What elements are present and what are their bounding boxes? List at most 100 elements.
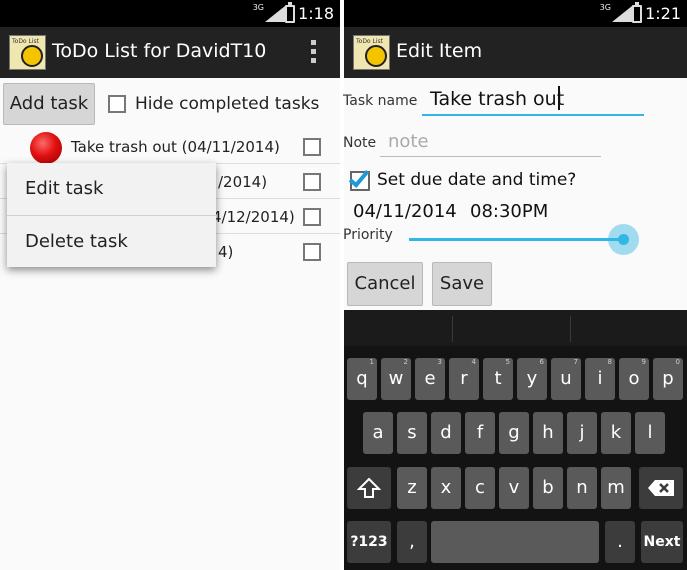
key-b[interactable]: b (533, 467, 563, 509)
suggestion-divider (570, 316, 571, 342)
key-hint: 1 (369, 358, 374, 366)
logo-text: ToDo List (356, 38, 384, 45)
task-text: Take trash out (04/11/2014) (71, 138, 280, 156)
key-hint: 6 (539, 358, 544, 366)
priority-slider-track[interactable] (409, 238, 624, 241)
due-time[interactable]: 08:30PM (470, 201, 548, 222)
key-hint: 4 (471, 358, 476, 366)
key-z[interactable]: z (397, 467, 427, 509)
due-date[interactable]: 04/11/2014 (353, 201, 457, 222)
key-label: u (560, 368, 572, 389)
task-name-input[interactable]: Take trash out (430, 88, 564, 110)
key-label: q (356, 368, 368, 389)
task-complete-checkbox[interactable] (303, 243, 321, 261)
key-label: w (388, 368, 404, 389)
key-y[interactable]: y6 (517, 358, 547, 400)
key-hint: 5 (505, 358, 510, 366)
key-j[interactable]: j (567, 412, 597, 454)
key-r[interactable]: r4 (449, 358, 479, 400)
symbols-key[interactable]: ?123 (347, 521, 391, 563)
delete-task-menu-item[interactable]: Delete task (7, 216, 216, 268)
todo-list-screen: 3G 1:18 ToDo List ToDo List for DavidT10… (0, 0, 340, 570)
soft-keyboard: q1 w2 e3 r4 t5 y6 u7 i8 o9 p0 a s d f g … (344, 310, 687, 570)
key-hint: 0 (675, 358, 680, 366)
task-text: /2014) (218, 173, 268, 191)
key-i[interactable]: i8 (585, 358, 615, 400)
status-bar: 3G 1:18 (0, 0, 340, 27)
app-logo[interactable]: ToDo List (353, 35, 390, 70)
priority-slider-thumb[interactable] (618, 234, 629, 245)
save-button[interactable]: Save (432, 262, 492, 306)
logo-mascot-icon (21, 45, 43, 67)
key-s[interactable]: s (397, 412, 427, 454)
key-d[interactable]: d (431, 412, 461, 454)
priority-label: Priority (343, 227, 393, 243)
note-underline (380, 156, 601, 157)
key-u[interactable]: u7 (551, 358, 581, 400)
task-text: 4) (218, 243, 234, 261)
key-label: t (494, 368, 502, 389)
shift-key[interactable] (347, 467, 391, 509)
key-t[interactable]: t5 (483, 358, 513, 400)
key-f[interactable]: f (465, 412, 495, 454)
key-hint: 7 (573, 358, 578, 366)
key-label: p (662, 368, 674, 389)
task-complete-checkbox[interactable] (303, 138, 321, 156)
app-logo[interactable]: ToDo List (9, 35, 46, 70)
key-label: y (526, 368, 538, 389)
key-l[interactable]: l (635, 412, 665, 454)
key-g[interactable]: g (499, 412, 529, 454)
add-task-button[interactable]: Add task (3, 83, 95, 125)
logo-mascot-icon (365, 45, 387, 67)
task-name-underline (422, 114, 644, 116)
cancel-button[interactable]: Cancel (347, 262, 423, 306)
battery-icon (285, 2, 295, 23)
hide-completed-checkbox[interactable] (108, 95, 126, 113)
suggestion-strip (344, 310, 687, 346)
key-hint: 9 (641, 358, 646, 366)
next-key[interactable]: Next (641, 521, 683, 563)
task-complete-checkbox[interactable] (303, 208, 321, 226)
key-o[interactable]: o9 (619, 358, 649, 400)
backspace-key[interactable] (639, 467, 683, 509)
key-p[interactable]: p0 (653, 358, 683, 400)
key-m[interactable]: m (601, 467, 631, 509)
note-input[interactable]: note (388, 131, 429, 152)
overflow-menu-icon[interactable] (311, 40, 317, 64)
task-row[interactable]: Take trash out (04/11/2014) (0, 129, 340, 164)
due-date-checkbox[interactable] (348, 166, 370, 191)
logo-text: ToDo List (12, 38, 40, 45)
key-w[interactable]: w2 (381, 358, 411, 400)
network-type: 3G (599, 3, 611, 12)
signal-icon (265, 6, 285, 22)
key-q[interactable]: q1 (347, 358, 377, 400)
task-context-menu: Edit task Delete task (7, 163, 216, 267)
task-name-label: Task name (343, 93, 418, 109)
action-bar: ToDo List ToDo List for DavidT10 (0, 27, 340, 78)
priority-indicator-icon (30, 132, 62, 164)
action-bar: ToDo List Edit Item (344, 27, 687, 78)
key-label: e (424, 368, 436, 389)
task-complete-checkbox[interactable] (303, 173, 321, 191)
clock: 1:18 (298, 4, 334, 23)
backspace-icon (648, 480, 674, 496)
key-x[interactable]: x (431, 467, 461, 509)
signal-icon (612, 6, 632, 22)
edit-task-menu-item[interactable]: Edit task (7, 163, 216, 215)
key-e[interactable]: e3 (415, 358, 445, 400)
key-hint: 2 (403, 358, 408, 366)
space-key[interactable] (431, 521, 599, 563)
key-c[interactable]: c (465, 467, 495, 509)
key-v[interactable]: v (499, 467, 529, 509)
period-key[interactable]: . (605, 521, 635, 563)
key-h[interactable]: h (533, 412, 563, 454)
app-title: ToDo List for DavidT10 (52, 40, 267, 62)
key-n[interactable]: n (567, 467, 597, 509)
hide-completed-label: Hide completed tasks (135, 94, 320, 114)
battery-icon (632, 2, 642, 23)
comma-key[interactable]: , (397, 521, 427, 563)
key-k[interactable]: k (601, 412, 631, 454)
task-text: 4/12/2014) (212, 208, 295, 226)
key-a[interactable]: a (363, 412, 393, 454)
key-label: i (597, 368, 603, 389)
